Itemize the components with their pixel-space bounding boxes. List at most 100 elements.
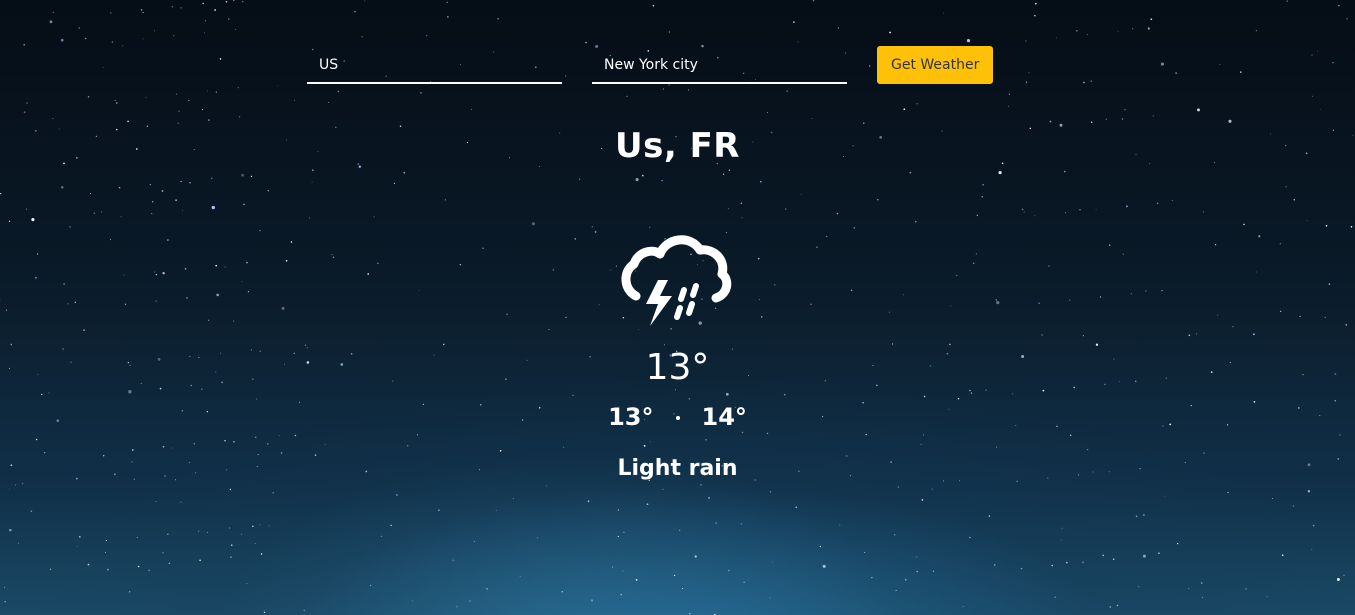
star [646, 503, 649, 506]
star [486, 588, 488, 590]
star [1132, 28, 1134, 30]
star [1311, 549, 1313, 550]
star [328, 101, 330, 103]
star [1219, 63, 1221, 66]
star [652, 4, 655, 7]
star [1346, 18, 1348, 20]
star [585, 41, 587, 44]
star [1135, 515, 1138, 518]
star [1311, 54, 1313, 56]
star [822, 564, 826, 568]
temperature-range: 13° 14° [0, 402, 1355, 432]
max-temperature: 14° [701, 403, 747, 431]
star [622, 570, 624, 572]
star [694, 555, 697, 558]
star [1076, 30, 1078, 32]
star [107, 568, 109, 571]
star [137, 565, 140, 568]
star [1061, 527, 1063, 529]
star [728, 569, 730, 572]
star [128, 591, 131, 593]
star [689, 612, 691, 615]
star [893, 533, 896, 536]
star [180, 501, 182, 503]
star [916, 570, 918, 573]
star [115, 102, 118, 104]
thunderstorm-rain-icon [618, 224, 738, 334]
country-input[interactable] [307, 48, 562, 84]
star [3, 586, 5, 588]
star [263, 611, 266, 613]
star [109, 12, 112, 14]
star [1137, 585, 1140, 588]
star [1286, 0, 1288, 2]
city-input[interactable] [592, 48, 847, 84]
star [969, 536, 971, 539]
star [871, 576, 873, 579]
star [188, 99, 190, 102]
star [1292, 505, 1295, 507]
star [1188, 587, 1190, 590]
star [1025, 40, 1027, 42]
min-temperature: 13° [608, 403, 654, 431]
star [1245, 588, 1247, 590]
star [370, 584, 372, 586]
star [303, 609, 305, 612]
star [145, 96, 147, 98]
star [921, 499, 924, 501]
star [1082, 561, 1084, 564]
star [1102, 554, 1105, 557]
star [587, 500, 590, 503]
star [1338, 4, 1340, 7]
star [49, 20, 53, 24]
star [617, 509, 620, 511]
star [988, 515, 991, 517]
star [420, 92, 422, 94]
star [241, 0, 244, 3]
star [837, 27, 840, 29]
star [473, 540, 475, 542]
star [1177, 542, 1179, 545]
star [202, 2, 204, 5]
star [1008, 93, 1010, 95]
star [915, 556, 918, 558]
star [905, 578, 907, 581]
separator-dot [675, 416, 680, 420]
get-weather-button[interactable]: Get Weather [877, 46, 994, 84]
star [512, 497, 514, 499]
star [1150, 18, 1153, 21]
current-temperature: 13° [645, 347, 710, 388]
star [225, 0, 228, 3]
star [1271, 497, 1274, 499]
star [233, 0, 235, 2]
star [60, 38, 64, 42]
star [52, 11, 55, 14]
star [1255, 30, 1257, 32]
star [162, 552, 164, 554]
star [237, 87, 239, 89]
star [786, 90, 788, 92]
star [1116, 604, 1119, 607]
star [361, 36, 363, 38]
star [708, 497, 710, 499]
star [252, 525, 254, 527]
star [136, 536, 138, 538]
star [1086, 34, 1088, 36]
star [793, 21, 795, 23]
star [167, 533, 169, 535]
star [903, 108, 906, 111]
star [495, 510, 497, 511]
star [864, 552, 866, 553]
star [679, 529, 681, 531]
star [84, 37, 87, 40]
star [1028, 72, 1030, 74]
star [447, 16, 449, 18]
star [396, 494, 398, 496]
star [9, 528, 12, 532]
star [153, 30, 155, 32]
star [114, 99, 116, 101]
star [519, 575, 521, 578]
star [839, 524, 841, 526]
star [1317, 50, 1319, 52]
star [700, 483, 702, 486]
